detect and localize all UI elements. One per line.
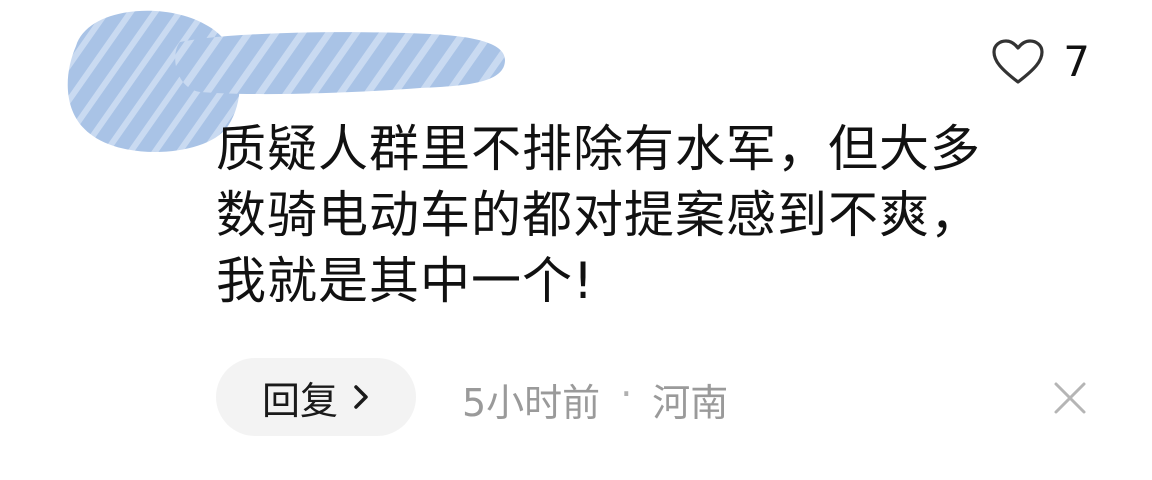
heart-outline-icon	[992, 39, 1044, 84]
location: 河南	[652, 381, 729, 425]
reply-button[interactable]: 回复	[216, 358, 416, 436]
like-count: 7	[1063, 37, 1090, 86]
comment-meta: 5小时前 · 河南	[462, 372, 728, 427]
timestamp: 5小时前	[462, 381, 601, 425]
username-redacted	[175, 32, 505, 95]
close-icon[interactable]	[1050, 378, 1090, 418]
reply-label: 回复	[261, 378, 338, 423]
comment-text: 质疑人群里不排除有水军，但大多 数骑电动车的都对提案感到不爽， 我就是其中一个!	[216, 116, 1096, 314]
comment-line: 我就是其中一个!	[216, 252, 595, 310]
like-button[interactable]: 7	[991, 38, 1090, 86]
chevron-right-icon	[354, 385, 368, 409]
comment-line: 质疑人群里不排除有水军，但大多	[216, 120, 981, 178]
meta-separator: ·	[620, 372, 633, 416]
comment-line: 数骑电动车的都对提案感到不爽，	[216, 186, 981, 244]
